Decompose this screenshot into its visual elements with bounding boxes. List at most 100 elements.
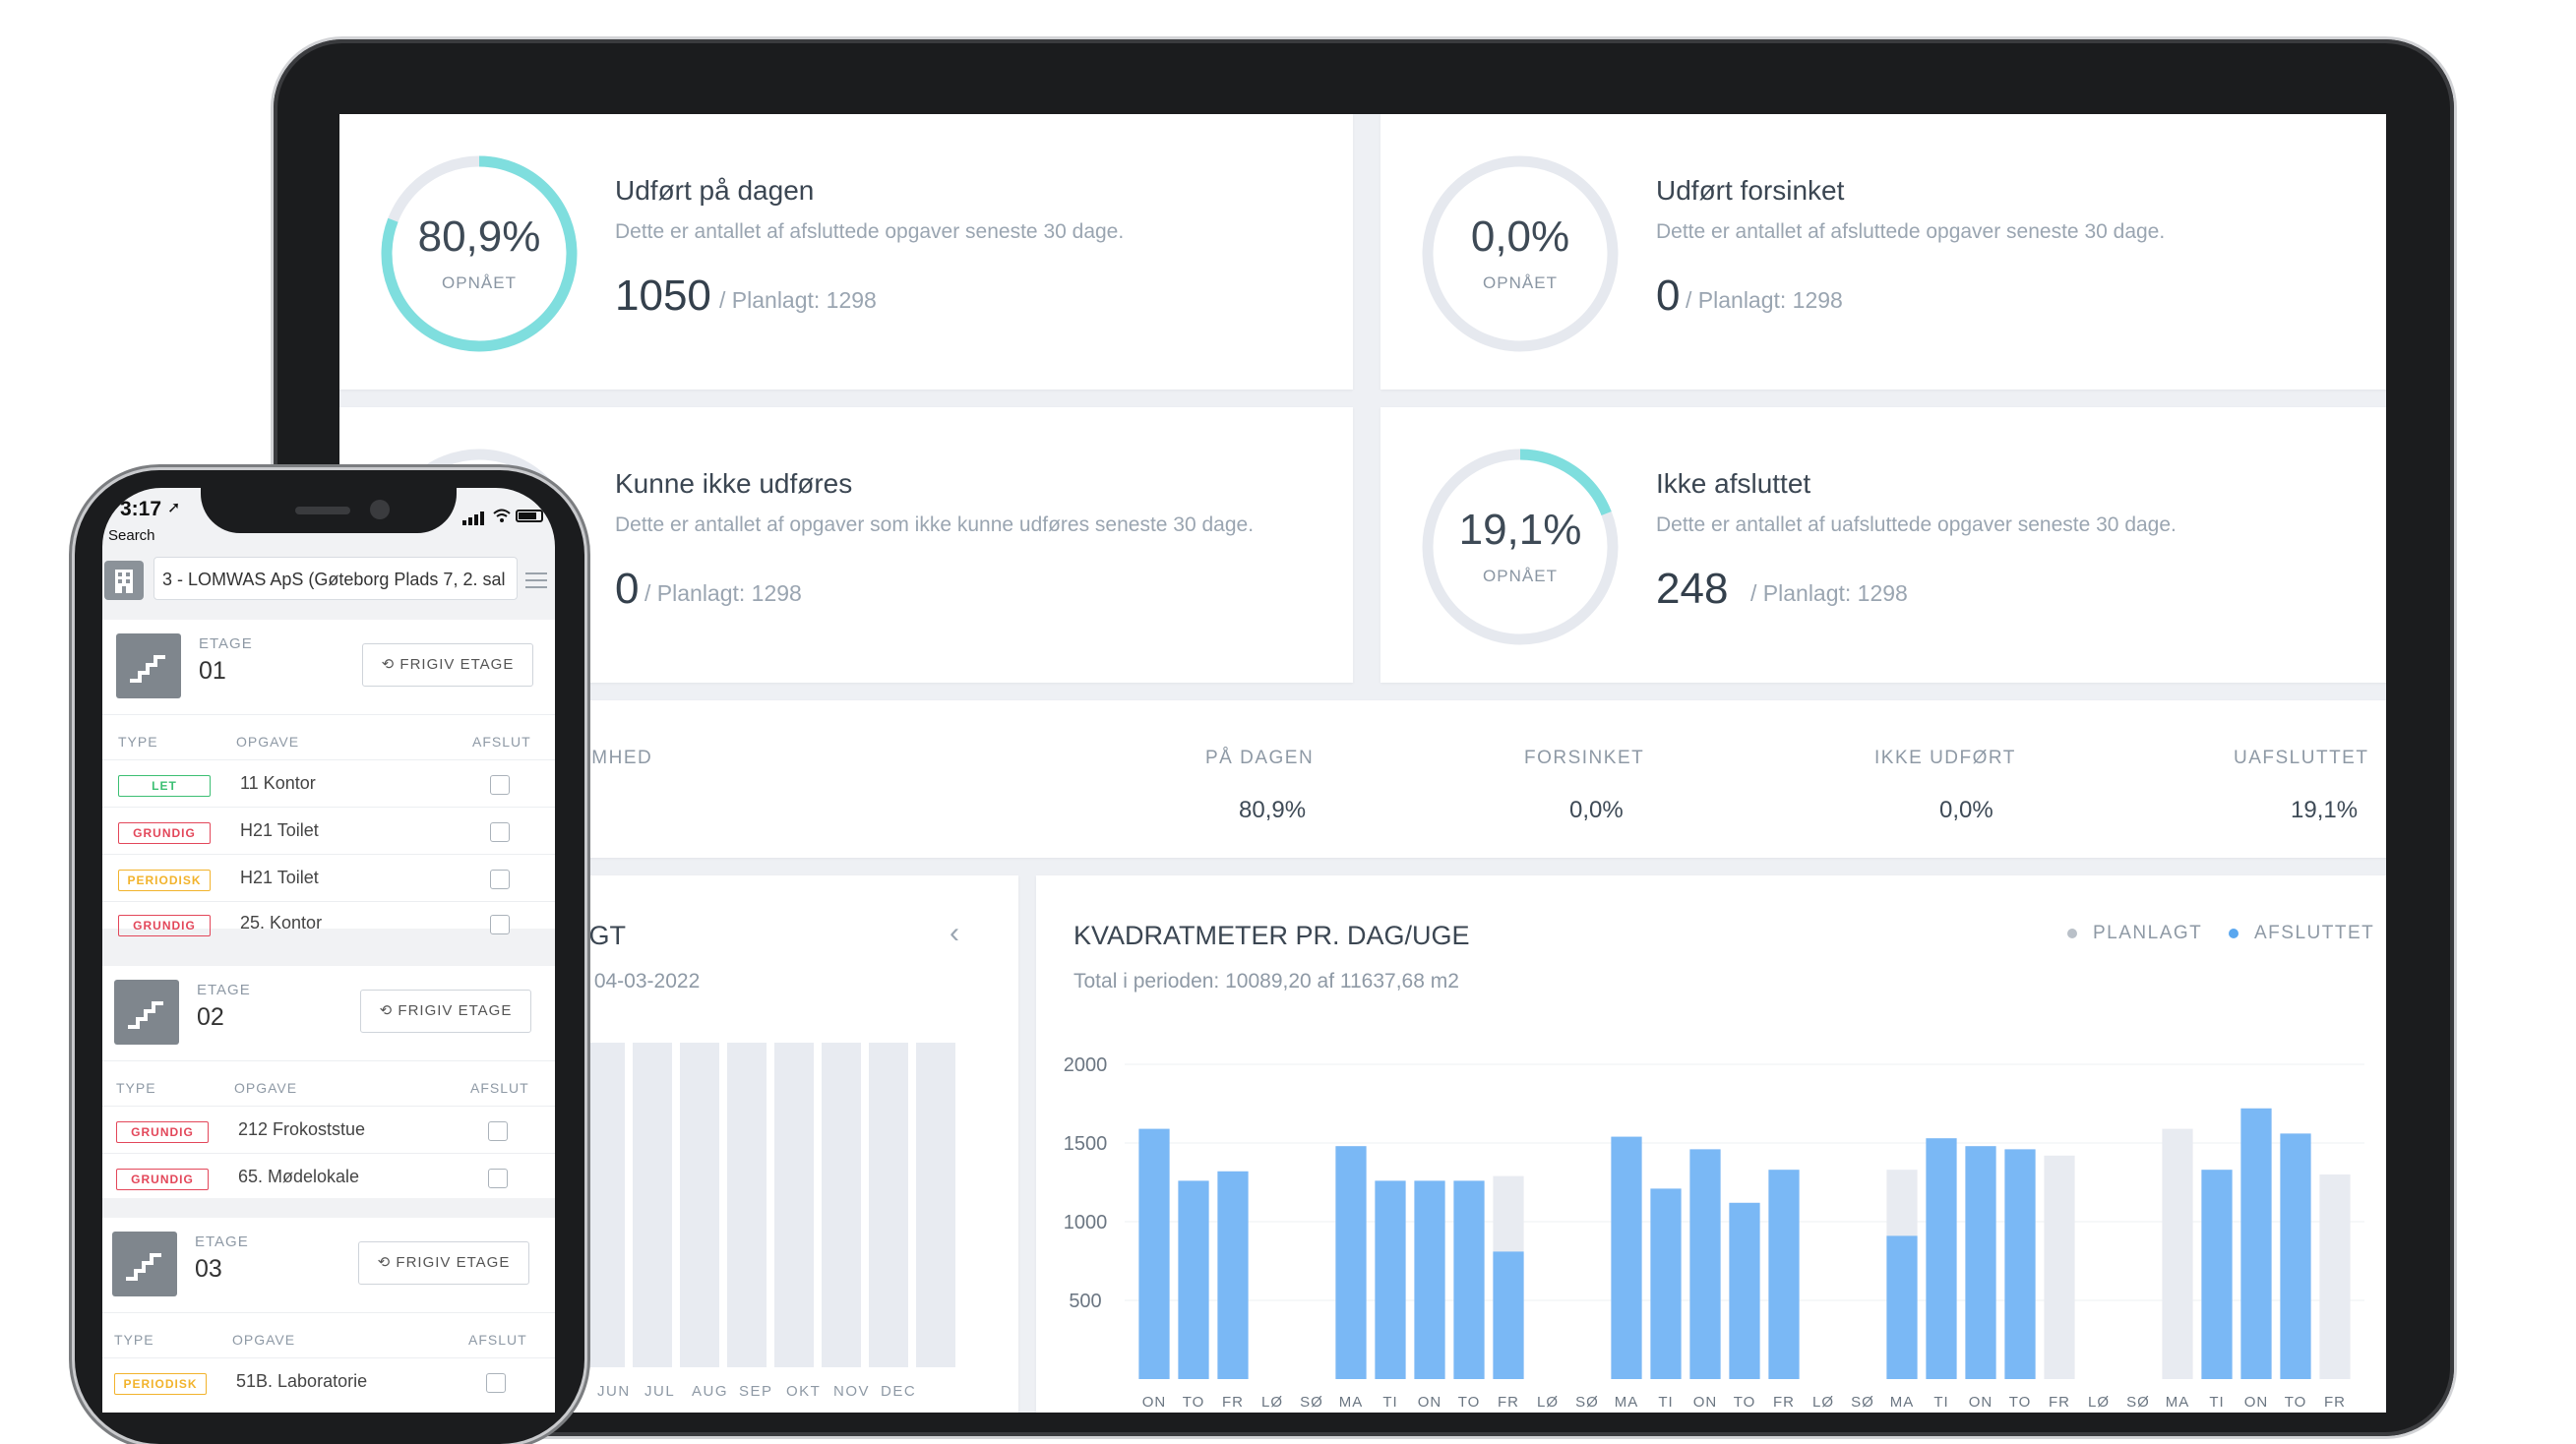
col-opgave: OPGAVE [234,1080,298,1096]
bar-afsluttet[interactable] [1217,1171,1249,1379]
month-bar [633,1043,672,1367]
afslut-checkbox[interactable] [490,775,510,795]
bar-afsluttet[interactable] [2280,1133,2311,1379]
floor-card-03: ETAGE 03 ⟲ FRIGIV ETAGE TYPE OPGAVE AFSL… [102,1218,555,1413]
ring-percent: 80,9% [417,212,541,261]
bar-afsluttet[interactable] [1689,1149,1721,1379]
bar-afsluttet[interactable] [1926,1138,1957,1379]
bar-afsluttet[interactable] [1138,1128,1170,1379]
x-tick-label: ON [1142,1394,1167,1411]
col-type: TYPE [116,1080,156,1096]
location-select[interactable]: 3 - LOMWAS ApS (Gøteborg Plads 7, 2. sal [153,557,518,600]
bar-afsluttet[interactable] [1650,1188,1682,1379]
task-name: 51B. Laboratorie [236,1371,368,1391]
cell-ikke-udfoert: 0,0% [1939,797,1993,823]
kpi-description: Dette er antallet af uafsluttede opgaver… [1656,513,2177,536]
bar-afsluttet[interactable] [1335,1146,1367,1379]
x-tick-label: FR [1773,1394,1795,1411]
frigiv-label: FRIGIV ETAGE [399,656,515,673]
ring-percent: 0,0% [1470,212,1570,261]
bar-planlagt[interactable] [2162,1128,2193,1379]
x-tick-label: FR [1498,1394,1519,1411]
bar-afsluttet[interactable] [1453,1180,1485,1379]
month-bar [680,1043,719,1367]
afslut-checkbox[interactable] [490,915,510,934]
bar-afsluttet[interactable] [2201,1170,2233,1379]
x-tick-label: TI [1658,1394,1673,1411]
left-chart-title: IGT [582,921,626,950]
frigiv-etage-button[interactable]: ⟲ FRIGIV ETAGE [358,1241,529,1285]
afslut-checkbox[interactable] [490,822,510,842]
y-tick-label: 1500 [1064,1133,1108,1155]
month-bar [585,1043,625,1367]
signal-icon [462,511,486,530]
afslut-checkbox[interactable] [488,1169,508,1188]
bar-afsluttet[interactable] [1768,1170,1800,1379]
bar-afsluttet[interactable] [1414,1180,1445,1379]
x-tick-label: FR [1222,1394,1244,1411]
refresh-icon: ⟲ [379,1002,394,1019]
month-bar [727,1043,767,1367]
status-time: 3:17 [120,498,162,520]
afslut-checkbox[interactable] [488,1121,508,1141]
month-bar [916,1043,955,1367]
col-header-uafsluttet: UAFSLUTTET [2234,748,2369,768]
battery-icon [516,510,543,522]
back-to-search-link[interactable]: Search [108,527,155,544]
col-header-omhed: OMHED [576,748,653,768]
bar-afsluttet[interactable] [2004,1149,2036,1379]
afslut-checkbox[interactable] [490,870,510,889]
type-badge: GRUNDIG [118,915,211,936]
stairs-icon [116,633,181,698]
task-name: 65. Mødelokale [238,1167,360,1186]
cell-uafsluttet: 19,1% [2291,797,2359,823]
bar-afsluttet[interactable] [1886,1235,1918,1379]
divider [102,1357,555,1358]
kpi-value: 0 [1656,271,1681,320]
frigiv-etage-button[interactable]: ⟲ FRIGIV ETAGE [362,643,533,687]
x-tick-label: TI [2209,1394,2224,1411]
floor-card-01: ETAGE 01 ⟲ FRIGIV ETAGE TYPE OPGAVE AFSL… [102,620,555,936]
stairs-icon [114,980,179,1045]
bar-afsluttet[interactable] [1611,1136,1642,1379]
y-tick-label: 500 [1069,1291,1101,1312]
bar-afsluttet[interactable] [2240,1108,2272,1379]
afslut-checkbox[interactable] [486,1373,506,1393]
ring-sub-label: OPNÅET [442,273,517,292]
frigiv-label: FRIGIV ETAGE [396,1254,511,1271]
chevron-left-icon[interactable]: ‹ [950,917,959,950]
type-badge: GRUNDIG [116,1121,209,1143]
y-tick-label: 2000 [1064,1054,1108,1076]
building-icon [104,561,144,600]
bar-afsluttet[interactable] [1375,1180,1406,1379]
x-tick-label: MA [1890,1394,1915,1411]
x-tick-label: LØ [1261,1394,1283,1411]
bar-chart: 500 1000 1500 2000 ON TO FR LØ SØ MA TI ON TO FR LØ SØ M… [1064,1054,2364,1411]
x-tick-label: FR [2049,1394,2070,1411]
bar-planlagt[interactable] [2319,1174,2351,1379]
etage-number: 03 [195,1255,222,1283]
x-tick-label: SØ [1575,1394,1599,1411]
x-tick-label: SØ [2126,1394,2150,1411]
bar-afsluttet[interactable] [1729,1202,1760,1379]
ring-sub-label: OPNÅET [1483,273,1558,292]
col-type: TYPE [118,734,158,750]
hamburger-menu-icon[interactable] [525,572,547,593]
month-bar [869,1043,908,1367]
y-tick-label: 1000 [1064,1212,1108,1233]
task-name: H21 Toilet [240,868,319,887]
col-type: TYPE [114,1332,154,1348]
bar-afsluttet[interactable] [1493,1251,1524,1379]
type-badge: LET [118,775,211,797]
bar-afsluttet[interactable] [1965,1146,1996,1379]
divider [102,1153,555,1154]
left-chart-date-range: - 04-03-2022 [582,970,701,993]
frigiv-etage-button[interactable]: ⟲ FRIGIV ETAGE [360,990,531,1033]
bar-afsluttet[interactable] [1178,1180,1209,1379]
kpi-planned: / Planlagt: 1298 [719,287,877,313]
x-tick-label: ON [1969,1394,1993,1411]
divider [102,1060,555,1061]
ring-sub-label: OPNÅET [1483,567,1558,585]
bar-planlagt[interactable] [2044,1155,2075,1379]
col-afslut: AFSLUT [468,1332,527,1348]
